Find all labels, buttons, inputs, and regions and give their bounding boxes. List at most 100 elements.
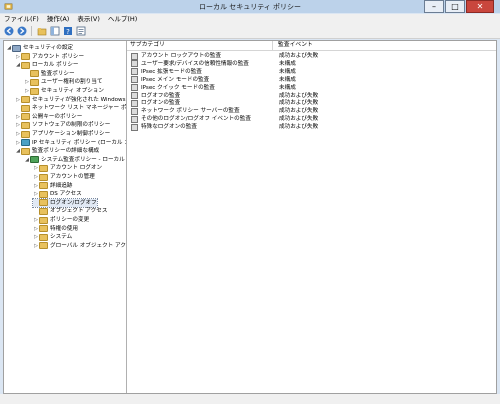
subcategory-cell: ユーザー要求/デバイスの信頼性情報の監査 [131,60,275,68]
properties-icon [76,26,85,36]
tree-item[interactable]: ◢システム監査ポリシー - ローカル グル [24,156,126,164]
folder-icon [30,70,39,78]
column-header-subcategory[interactable]: サブカテゴリ [127,41,273,50]
tree-item[interactable]: 監査ポリシー [24,70,75,78]
maximize-icon: □ [451,1,459,11]
list-row[interactable]: ネットワーク ポリシー サーバーの監査 成功および失敗 [127,107,496,115]
title-bar: ローカル セキュリティ ポリシー – □ ✕ [0,0,500,13]
tree-item-label: 監査ポリシーの詳細な構成 [32,148,100,155]
tree-item[interactable]: ▷ アカウントの管理 [33,173,95,181]
policy-setting-icon [131,76,138,84]
up-folder-button[interactable] [36,26,47,37]
policy-setting-icon [131,123,138,131]
list-row[interactable]: その他のログオン/ログオフ イベントの監査 成功および失敗 [127,115,496,123]
folder-icon [39,199,48,207]
folder-icon [39,182,48,190]
tree-item[interactable]: ▷IP セキュリティ ポリシー (ローカル コンピュ [15,139,126,147]
up-folder-icon [37,28,46,36]
list-header: サブカテゴリ 監査イベント [127,41,496,51]
app-window: ローカル セキュリティ ポリシー – □ ✕ ファイル(F) 操作(A) 表示(… [0,0,500,404]
tree-item[interactable]: ▷ システム [33,233,72,241]
tree-item-label: 公開キーのポリシー [32,113,83,120]
list-row[interactable]: アカウント ロックアウトの監査 成功および失敗 [127,52,496,60]
subcategory-label: IPsec クイック モードの監査 [141,84,215,91]
tree-item[interactable]: ▷ アプリケーション制御ポリシー [15,130,110,138]
tree-item[interactable]: ▷セキュリティが強化された Windows ファイ [15,96,126,104]
folder-icon [21,147,30,155]
tree-item[interactable]: ▷ DS アクセス [33,190,82,198]
subcategory-cell: IPsec クイック モードの監査 [131,84,275,92]
menu-action[interactable]: 操作(A) [43,14,74,24]
policy-setting-icon [131,60,138,68]
show-hide-tree-button[interactable] [49,26,60,37]
list-row[interactable]: ユーザー要求/デバイスの信頼性情報の監査 未構成 [127,60,496,68]
folder-icon [39,190,48,198]
policy-setting-icon [131,92,138,99]
audit-event-cell: 成功および失敗 [279,124,319,131]
menu-view[interactable]: 表示(V) [73,14,104,24]
tree-item[interactable]: ログオン/ログオフ [32,197,98,208]
policy-setting-icon [131,115,138,123]
back-button[interactable] [3,26,14,37]
tree-item[interactable]: ▷ セキュリティ オプション [24,87,104,95]
column-header-audit-event[interactable]: 監査イベント [275,41,398,50]
folder-icon [21,121,30,129]
audit-event-cell: 成功および失敗 [279,53,319,59]
subcategory-cell: IPsec メイン モードの監査 [131,76,275,84]
navigation-tree[interactable]: ◢ セキュリティの設定 ▷ アカウント ポリシー ◢ ローカル ポリシー 監査ポリシー ▷ ユー… [4,41,127,393]
tree-item[interactable]: ▷ ユーザー権利の割り当て [24,78,102,86]
folder-icon [21,104,30,112]
status-bar [0,394,500,404]
close-button[interactable]: ✕ [466,0,494,13]
tree-item[interactable]: ネットワーク リスト マネージャー ポリシー [15,104,126,112]
subcategory-cell: 特殊なログオンの監査 [131,123,275,131]
tree-item[interactable]: オブジェクト アクセス [33,207,107,215]
list-row[interactable]: IPsec メイン モードの監査 未構成 [127,76,496,84]
toolbar-separator [31,26,32,36]
list-row[interactable]: 特殊なログオンの監査 成功および失敗 [127,123,496,131]
tree-item[interactable]: ◢ 監査ポリシーの詳細な構成 [15,147,99,155]
tree-item-label: ローカル ポリシー [32,62,79,69]
tree-item[interactable]: ▷ 詳細追跡 [33,182,72,190]
tree-item[interactable]: ▷ 特権の使用 [33,225,78,233]
folder-icon [39,233,48,241]
list-row[interactable]: ログオフの監査 成功および失敗 [127,92,496,100]
subcategory-cell: IPsec 拡張モードの監査 [131,68,275,76]
tree-item[interactable]: ▷ ポリシーの変更 [33,216,89,224]
list-row[interactable]: IPsec 拡張モードの監査 未構成 [127,68,496,76]
help-button[interactable]: ? [62,26,73,37]
tree-item[interactable]: ▷ アカウント ログオン [33,164,102,172]
minimize-icon: – [432,1,436,11]
folder-icon [39,164,48,172]
minimize-button[interactable]: – [424,0,444,13]
list-row[interactable]: IPsec クイック モードの監査 未構成 [127,84,496,92]
tree-item[interactable]: ▷ 公開キーのポリシー [15,113,82,121]
subcategory-label: 特殊なログオンの監査 [141,124,197,131]
tree-item[interactable]: ◢ ローカル ポリシー [15,61,79,69]
folder-icon [21,113,30,121]
tree-item[interactable]: ▷グローバル オブジェクト アクセスの監 [33,242,126,250]
audit-event-cell: 未構成 [279,76,296,83]
menu-help[interactable]: ヘルプ(H) [104,14,141,24]
policy-setting-icon [131,99,138,107]
audit-event-cell: 成功および失敗 [279,92,319,99]
tree-item-label: ソフトウェアの制限のポリシー [32,122,111,129]
menu-file[interactable]: ファイル(F) [0,14,43,24]
folder-icon [30,87,39,95]
folder-icon [39,173,48,181]
tree-item[interactable]: ◢ セキュリティの設定 [6,44,73,52]
green-icon [30,156,39,164]
list-row[interactable]: ログオンの監査 成功および失敗 [127,99,496,107]
tree-item-label: オブジェクト アクセス [50,208,108,215]
forward-button[interactable] [16,26,27,37]
tree-item[interactable]: ▷ ソフトウェアの制限のポリシー [15,121,110,129]
maximize-button[interactable]: □ [445,0,465,13]
tree-item[interactable]: ▷ アカウント ポリシー [15,53,84,61]
tree-item-label: グローバル オブジェクト アクセスの監 [50,242,126,249]
tree-item-label: アプリケーション制御ポリシー [32,131,111,137]
menu-bar: ファイル(F) 操作(A) 表示(V) ヘルプ(H) [0,14,500,24]
properties-button[interactable] [75,26,86,37]
forward-arrow-icon [17,26,26,36]
tree-item-label: IP セキュリティ ポリシー (ローカル コンピュ [32,139,126,146]
tree-item-label: セキュリティ オプション [41,88,104,94]
